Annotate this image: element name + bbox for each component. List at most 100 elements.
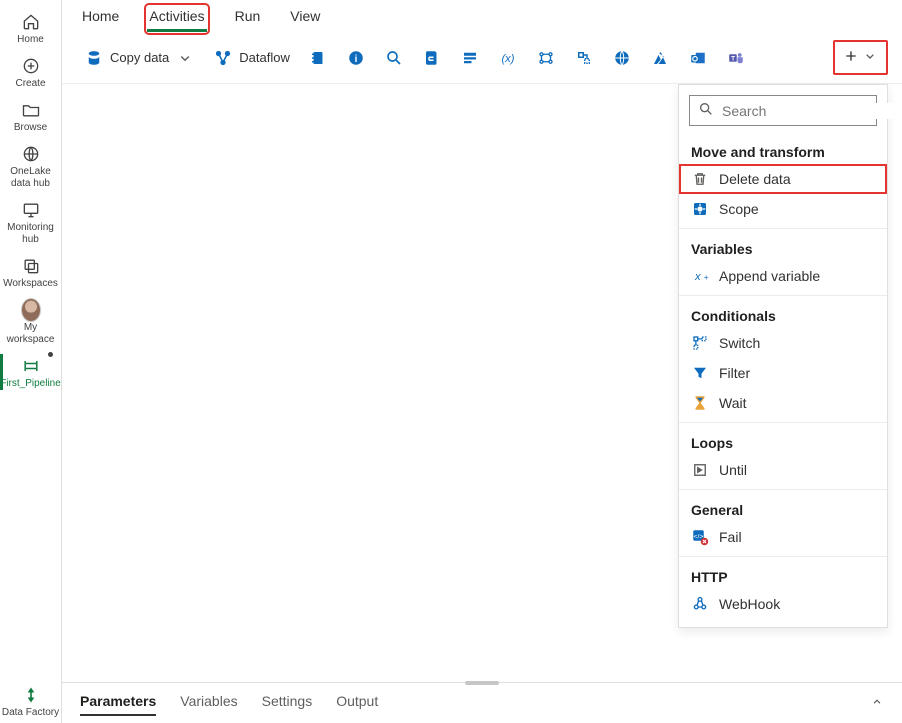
switch-icon [691,334,709,352]
notebook-icon [308,48,328,68]
variable-icon: (x) [498,48,518,68]
append-var-icon: x+ [691,267,709,285]
tab-activities[interactable]: Activities [147,6,206,32]
rail-browse[interactable]: Browse [0,94,61,138]
rail-workspaces[interactable]: Workspaces [0,250,61,294]
resize-grip[interactable] [465,681,499,685]
collapse-button[interactable] [870,695,884,712]
rail-label: Data Factory [2,707,59,719]
rail-onelake[interactable]: OneLake data hub [0,138,61,194]
plus-icon [843,48,859,67]
item-until[interactable]: Until [679,455,887,485]
bottom-tabs: Parameters Variables Settings Output [62,682,902,723]
add-activity-button[interactable] [833,40,888,75]
group-header: Move and transform [679,136,887,164]
svg-text:i: i [354,53,357,64]
activities-toolbar: Copy data Dataflow i (x) T [62,32,902,84]
item-wait[interactable]: Wait [679,388,887,418]
folder-icon [21,100,41,120]
rail-label: My workspace [0,322,61,346]
rail-pipeline[interactable]: First_Pipeline [0,350,61,394]
item-scope[interactable]: Scope [679,194,887,224]
fail-icon: </> [691,528,709,546]
outlook-button[interactable] [680,44,716,72]
notebook-button[interactable] [300,44,336,72]
search-tool-button[interactable] [376,44,412,72]
svg-text:x: x [694,271,701,283]
item-filter[interactable]: Filter [679,358,887,388]
script-icon [422,48,442,68]
rail-home[interactable]: Home [0,6,61,50]
graph-icon [536,48,556,68]
tab-home[interactable]: Home [80,6,121,32]
group-header: General [679,494,887,522]
chevron-down-icon [175,48,195,68]
svg-text:+: + [704,273,709,282]
web-button[interactable] [604,44,640,72]
lookup-button[interactable] [528,44,564,72]
item-fail[interactable]: </> Fail [679,522,887,552]
group-header: Loops [679,427,887,455]
monitor-icon [21,200,41,220]
top-tabs: Home Activities Run View [62,0,902,32]
dataflow-label: Dataflow [239,50,290,65]
home-icon [21,12,41,32]
pipeline-canvas[interactable]: Move and transform Delete data Scope Var… [62,84,902,682]
btab-variables[interactable]: Variables [180,693,237,713]
search-icon [698,101,714,120]
rail-label: OneLake data hub [0,166,61,190]
search-input[interactable] [722,103,902,119]
btab-settings[interactable]: Settings [262,693,313,713]
item-webhook[interactable]: WebHook [679,589,887,619]
procedure-button[interactable] [452,44,488,72]
foreach-icon [574,48,594,68]
avatar-icon [21,300,41,320]
copy-data-button[interactable]: Copy data [76,44,203,72]
copy-data-label: Copy data [110,50,169,65]
trash-icon [691,170,709,188]
info-icon: i [346,48,366,68]
group-header: Conditionals [679,300,887,328]
info-button[interactable]: i [338,44,374,72]
rail-data-factory[interactable]: Data Factory [0,679,61,723]
rail-create[interactable]: Create [0,50,61,94]
rail-monitoring[interactable]: Monitoring hub [0,194,61,250]
plus-circle-icon [21,56,41,76]
until-icon [691,461,709,479]
group-header: Variables [679,233,887,261]
item-switch[interactable]: Switch [679,328,887,358]
variable-button[interactable]: (x) [490,44,526,72]
pipeline-icon [21,356,41,376]
filter-icon [691,364,709,382]
foreach-button[interactable] [566,44,602,72]
btab-parameters[interactable]: Parameters [80,693,156,713]
rail-my-workspace[interactable]: My workspace [0,294,61,350]
script-button[interactable] [414,44,450,72]
rail-label: Browse [14,122,47,134]
unsaved-dot-icon [48,352,53,357]
scope-icon [691,200,709,218]
rail-label: Home [17,34,44,46]
azure-icon [650,48,670,68]
tab-view[interactable]: View [288,6,322,32]
left-rail: Home Create Browse OneLake data hub Moni… [0,0,62,723]
item-delete-data[interactable]: Delete data [679,164,887,194]
main-area: Home Activities Run View Copy data Dataf… [62,0,902,723]
webhook-icon [691,595,709,613]
dataflow-button[interactable]: Dataflow [205,44,298,72]
tab-run[interactable]: Run [233,6,263,32]
workspaces-icon [21,256,41,276]
rail-label: Create [15,78,45,90]
btab-output[interactable]: Output [336,693,378,713]
procedure-icon [460,48,480,68]
rail-label: First_Pipeline [0,378,61,390]
globe-icon [612,48,632,68]
azure-button[interactable] [642,44,678,72]
search-box[interactable] [689,95,877,126]
teams-button[interactable]: T [718,44,754,72]
item-append-variable[interactable]: x+ Append variable [679,261,887,291]
search-icon [384,48,404,68]
chevron-down-icon [862,48,878,67]
hourglass-icon [691,394,709,412]
dataflow-icon [213,48,233,68]
